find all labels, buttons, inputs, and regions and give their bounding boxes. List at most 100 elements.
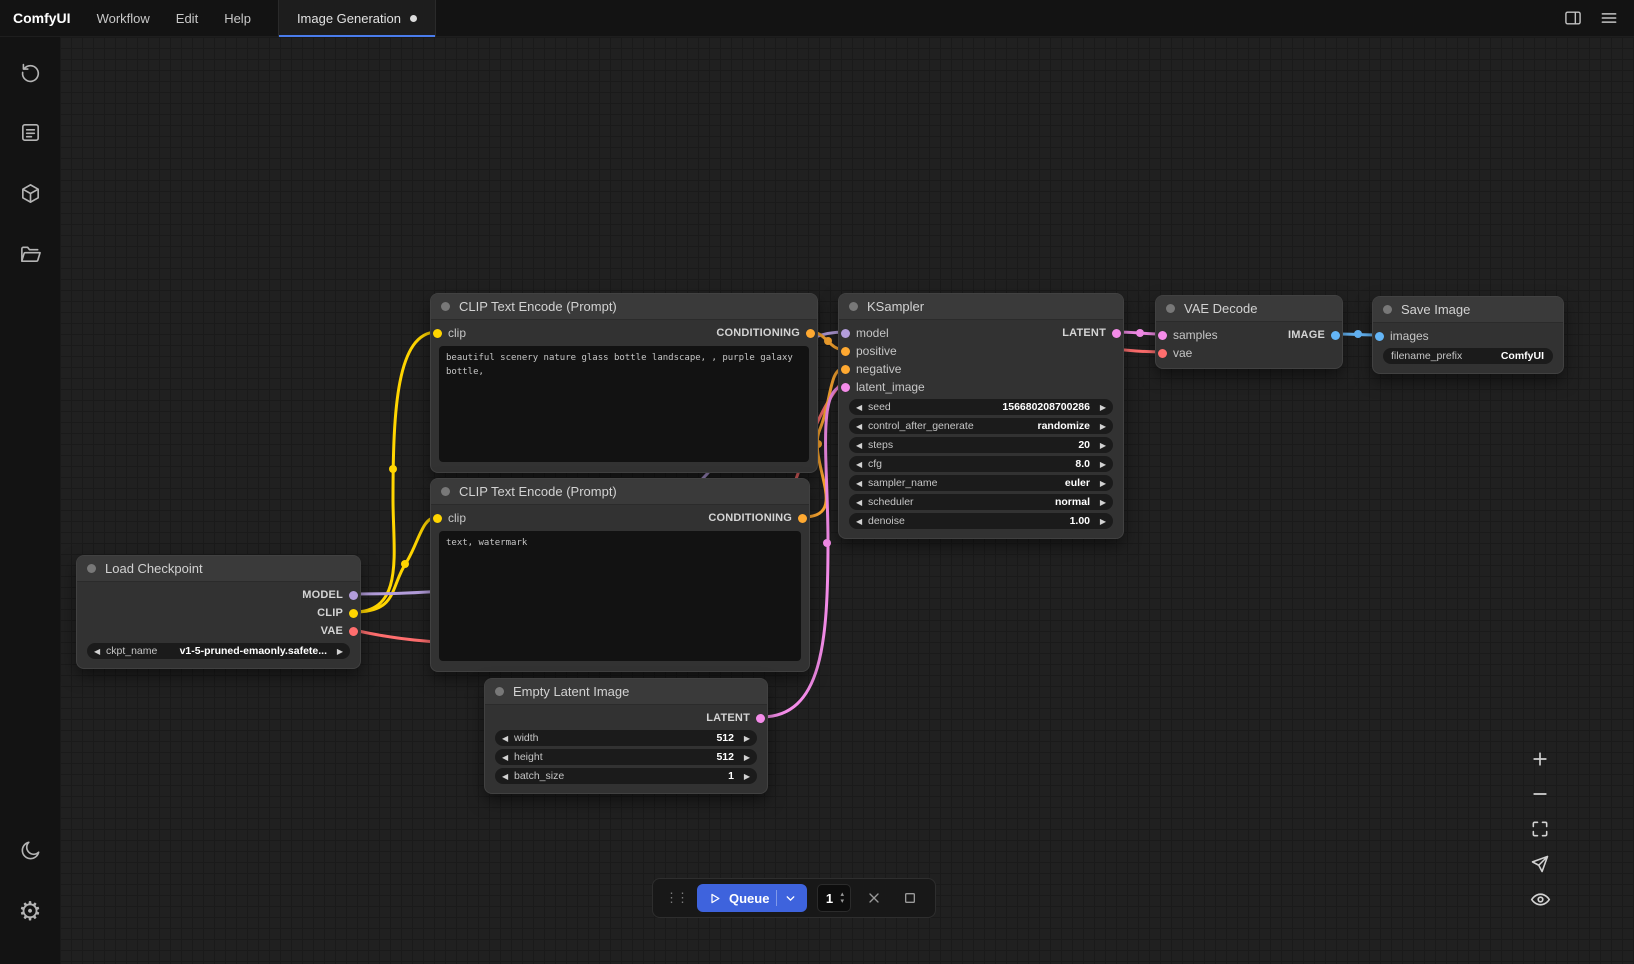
output-port-vae[interactable] bbox=[349, 627, 358, 636]
widget-width[interactable]: ◀ width 512 ▶ bbox=[495, 730, 757, 746]
history-icon[interactable] bbox=[8, 49, 52, 93]
output-port-conditioning[interactable] bbox=[806, 329, 815, 338]
prev-value-icon[interactable]: ◀ bbox=[856, 479, 867, 488]
next-value-icon[interactable]: ▶ bbox=[1095, 479, 1106, 488]
input-port-images[interactable] bbox=[1375, 332, 1384, 341]
prev-value-icon[interactable]: ◀ bbox=[502, 772, 513, 781]
next-value-icon[interactable]: ▶ bbox=[739, 734, 750, 743]
menu-workflow[interactable]: Workflow bbox=[84, 0, 163, 37]
queue-button[interactable]: Queue bbox=[697, 884, 807, 912]
prev-value-icon[interactable]: ◀ bbox=[856, 460, 867, 469]
input-port-clip[interactable] bbox=[433, 514, 442, 523]
collapse-toggle-icon[interactable] bbox=[1166, 304, 1175, 313]
widget-steps[interactable]: ◀ steps 20 ▶ bbox=[849, 437, 1113, 453]
increment-icon[interactable]: ▴ bbox=[840, 891, 844, 898]
collapse-toggle-icon[interactable] bbox=[849, 302, 858, 311]
node-header[interactable]: VAE Decode bbox=[1156, 296, 1342, 322]
menu-help[interactable]: Help bbox=[211, 0, 264, 37]
prev-value-icon[interactable]: ◀ bbox=[856, 403, 867, 412]
menu-edit[interactable]: Edit bbox=[163, 0, 211, 37]
prev-value-icon[interactable]: ◀ bbox=[856, 422, 867, 431]
widget-seed[interactable]: ◀ seed 156680208700286 ▶ bbox=[849, 399, 1113, 415]
widget-cfg[interactable]: ◀ cfg 8.0 ▶ bbox=[849, 456, 1113, 472]
prev-value-icon[interactable]: ◀ bbox=[856, 498, 867, 507]
decrement-icon[interactable]: ▾ bbox=[840, 898, 844, 905]
widget-ckpt-name[interactable]: ◀ ckpt_name v1-5-pruned-emaonly.safete..… bbox=[87, 643, 350, 659]
widget-control-after-generate[interactable]: ◀ control_after_generate randomize ▶ bbox=[849, 418, 1113, 434]
select-mode-button[interactable] bbox=[1526, 852, 1554, 876]
node-ksampler[interactable]: KSampler model LATENT positive negative bbox=[838, 293, 1124, 539]
collapse-toggle-icon[interactable] bbox=[495, 687, 504, 696]
output-port-conditioning[interactable] bbox=[798, 514, 807, 523]
app-logo[interactable]: ComfyUI bbox=[0, 10, 84, 26]
output-port-latent[interactable] bbox=[1112, 329, 1121, 338]
output-port-latent[interactable] bbox=[756, 714, 765, 723]
node-canvas[interactable]: Load Checkpoint MODEL CLIP VAE ◀ ckpt_na… bbox=[60, 37, 1634, 964]
node-clip-text-encode-negative[interactable]: CLIP Text Encode (Prompt) clip CONDITION… bbox=[430, 478, 810, 672]
prompt-text-area[interactable]: text, watermark bbox=[439, 531, 801, 661]
input-port-samples[interactable] bbox=[1158, 331, 1167, 340]
clear-queue-button[interactable] bbox=[897, 885, 923, 911]
node-load-checkpoint[interactable]: Load Checkpoint MODEL CLIP VAE ◀ ckpt_na… bbox=[76, 555, 361, 669]
node-header[interactable]: Empty Latent Image bbox=[485, 679, 767, 705]
output-port-image[interactable] bbox=[1331, 331, 1340, 340]
prev-value-icon[interactable]: ◀ bbox=[502, 734, 513, 743]
node-header[interactable]: KSampler bbox=[839, 294, 1123, 320]
chevron-down-icon[interactable] bbox=[784, 892, 797, 905]
prev-value-icon[interactable]: ◀ bbox=[94, 647, 105, 656]
toggle-visibility-button[interactable] bbox=[1526, 887, 1554, 911]
collapse-toggle-icon[interactable] bbox=[441, 487, 450, 496]
input-port-positive[interactable] bbox=[841, 347, 850, 356]
input-port-model[interactable] bbox=[841, 329, 850, 338]
output-port-clip[interactable] bbox=[349, 609, 358, 618]
zoom-in-button[interactable] bbox=[1526, 747, 1554, 771]
next-value-icon[interactable]: ▶ bbox=[1095, 441, 1106, 450]
drag-handle-icon[interactable]: ⋮⋮ bbox=[665, 890, 687, 906]
next-value-icon[interactable]: ▶ bbox=[1095, 403, 1106, 412]
workflows-folder-icon[interactable] bbox=[8, 232, 52, 276]
output-port-model[interactable] bbox=[349, 591, 358, 600]
widget-denoise[interactable]: ◀ denoise 1.00 ▶ bbox=[849, 513, 1113, 529]
fit-view-button[interactable] bbox=[1526, 817, 1554, 841]
batch-count-stepper[interactable]: 1 ▴ ▾ bbox=[817, 884, 851, 912]
collapse-toggle-icon[interactable] bbox=[1383, 305, 1392, 314]
collapse-toggle-icon[interactable] bbox=[441, 302, 450, 311]
input-port-negative[interactable] bbox=[841, 365, 850, 374]
input-port-latent-image[interactable] bbox=[841, 383, 850, 392]
next-value-icon[interactable]: ▶ bbox=[1095, 517, 1106, 526]
interrupt-button[interactable] bbox=[861, 885, 887, 911]
settings-gear-icon[interactable]: ⚙ bbox=[8, 889, 52, 933]
widget-filename-prefix[interactable]: filename_prefix ComfyUI bbox=[1383, 348, 1553, 364]
next-value-icon[interactable]: ▶ bbox=[739, 753, 750, 762]
node-vae-decode[interactable]: VAE Decode samples IMAGE vae bbox=[1155, 295, 1343, 369]
node-header[interactable]: CLIP Text Encode (Prompt) bbox=[431, 479, 809, 505]
node-header[interactable]: CLIP Text Encode (Prompt) bbox=[431, 294, 817, 320]
prompt-text-area[interactable]: beautiful scenery nature glass bottle la… bbox=[439, 346, 809, 462]
node-empty-latent-image[interactable]: Empty Latent Image LATENT ◀ width 512 ▶ … bbox=[484, 678, 768, 794]
node-header[interactable]: Save Image bbox=[1373, 297, 1563, 323]
toggle-panel-icon[interactable] bbox=[1558, 3, 1588, 33]
node-header[interactable]: Load Checkpoint bbox=[77, 556, 360, 582]
next-value-icon[interactable]: ▶ bbox=[739, 772, 750, 781]
queue-icon[interactable] bbox=[8, 110, 52, 154]
next-value-icon[interactable]: ▶ bbox=[1095, 422, 1106, 431]
input-port-clip[interactable] bbox=[433, 329, 442, 338]
prev-value-icon[interactable]: ◀ bbox=[502, 753, 513, 762]
next-value-icon[interactable]: ▶ bbox=[332, 647, 343, 656]
node-save-image[interactable]: Save Image images filename_prefix ComfyU… bbox=[1372, 296, 1564, 374]
next-value-icon[interactable]: ▶ bbox=[1095, 460, 1106, 469]
theme-toggle-moon-icon[interactable] bbox=[8, 828, 52, 872]
prev-value-icon[interactable]: ◀ bbox=[856, 441, 867, 450]
collapse-toggle-icon[interactable] bbox=[87, 564, 96, 573]
prev-value-icon[interactable]: ◀ bbox=[856, 517, 867, 526]
widget-scheduler[interactable]: ◀ scheduler normal ▶ bbox=[849, 494, 1113, 510]
input-port-vae[interactable] bbox=[1158, 349, 1167, 358]
hamburger-menu-icon[interactable] bbox=[1594, 3, 1624, 33]
zoom-out-button[interactable] bbox=[1526, 782, 1554, 806]
tab-image-generation[interactable]: Image Generation bbox=[278, 0, 436, 37]
node-clip-text-encode-positive[interactable]: CLIP Text Encode (Prompt) clip CONDITION… bbox=[430, 293, 818, 473]
widget-sampler-name[interactable]: ◀ sampler_name euler ▶ bbox=[849, 475, 1113, 491]
widget-height[interactable]: ◀ height 512 ▶ bbox=[495, 749, 757, 765]
model-library-icon[interactable] bbox=[8, 171, 52, 215]
widget-batch-size[interactable]: ◀ batch_size 1 ▶ bbox=[495, 768, 757, 784]
